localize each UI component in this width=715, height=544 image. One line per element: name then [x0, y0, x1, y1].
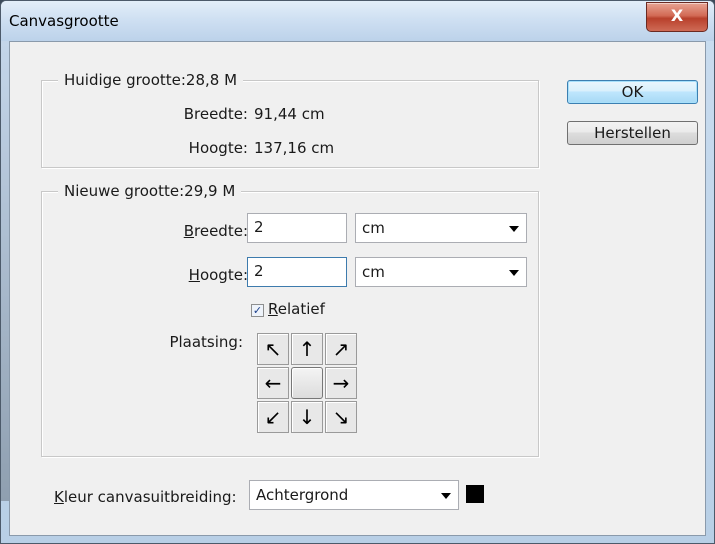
window-title: Canvasgrootte — [9, 12, 119, 30]
extension-color-value: Achtergrond — [256, 486, 349, 504]
anchor-bottom[interactable]: ↓ — [291, 401, 323, 433]
close-button[interactable]: X — [646, 2, 708, 32]
extension-color-swatch[interactable] — [466, 485, 484, 503]
chevron-down-icon — [441, 493, 451, 499]
new-height-unit-value: cm — [362, 263, 385, 281]
new-height-input[interactable]: 2 — [247, 257, 347, 287]
close-icon: X — [670, 6, 684, 25]
arrow-down-right-icon: ↘ — [332, 405, 350, 429]
new-height-unit-select[interactable]: cm — [355, 257, 527, 287]
window-frame-left — [1, 41, 9, 501]
current-width-label: Breedte: — [183, 105, 248, 123]
current-size-group: Huidige grootte:28,8 M Breedte: 91,44 cm… — [41, 71, 539, 168]
anchor-grid: ↖ ↑ ↗ ← → ↙ ↓ ↘ — [257, 333, 357, 433]
anchor-top-left[interactable]: ↖ — [257, 333, 289, 365]
current-height-value: 137,16 cm — [254, 139, 335, 157]
dialog-client-area: Huidige grootte:28,8 M Breedte: 91,44 cm… — [9, 41, 706, 536]
anchor-center[interactable] — [291, 367, 323, 399]
canvas-size-dialog: Canvasgrootte X Huidige grootte:28,8 M B… — [0, 0, 715, 544]
arrow-up-right-icon: ↗ — [332, 337, 350, 361]
placement-label: Plaatsing: — [169, 333, 243, 351]
reset-button-label: Herstellen — [594, 124, 671, 142]
extension-color-select[interactable]: Achtergrond — [249, 480, 459, 510]
anchor-left[interactable]: ← — [257, 367, 289, 399]
new-height-value: 2 — [254, 262, 264, 280]
anchor-top[interactable]: ↑ — [291, 333, 323, 365]
relative-label-text: elatief — [277, 300, 325, 318]
new-width-label-mnemonic: B — [183, 222, 195, 240]
new-size-legend: Nieuwe grootte:29,9 M — [58, 182, 242, 200]
arrow-down-icon: ↓ — [298, 405, 316, 429]
anchor-bottom-right[interactable]: ↘ — [325, 401, 357, 433]
arrow-right-icon: → — [332, 371, 350, 395]
title-bar[interactable]: Canvasgrootte X — [1, 1, 714, 41]
ok-button[interactable]: OK — [567, 80, 698, 104]
chevron-down-icon — [509, 270, 519, 276]
current-height-label: Hoogte: — [188, 139, 248, 157]
new-width-unit-select[interactable]: cm — [355, 213, 527, 243]
arrow-down-left-icon: ↙ — [264, 405, 282, 429]
new-height-label: Hoogte: — [189, 266, 248, 284]
extension-color-label-text: leur canvasuitbreiding: — [63, 488, 237, 506]
anchor-right[interactable]: → — [325, 367, 357, 399]
ok-button-label: OK — [621, 83, 644, 101]
new-width-unit-value: cm — [362, 219, 385, 237]
arrow-left-icon: ← — [264, 371, 282, 395]
extension-color-label-mnemonic: K — [54, 488, 64, 506]
new-width-input[interactable]: 2 — [247, 213, 347, 243]
extension-color-label: Kleur canvasuitbreiding: — [54, 488, 237, 506]
relative-checkbox[interactable]: ✓ — [251, 304, 264, 317]
chevron-down-icon — [509, 226, 519, 232]
new-height-label-mnemonic: H — [188, 266, 200, 284]
current-width-value: 91,44 cm — [254, 105, 325, 123]
current-size-legend: Huidige grootte:28,8 M — [58, 71, 244, 89]
new-size-group: Nieuwe grootte:29,9 M Breedte: 2 cm Hoog… — [41, 182, 539, 457]
new-width-label: Breedte: — [184, 222, 248, 240]
relative-label[interactable]: Relatief — [268, 300, 325, 318]
new-width-label-text: reedte: — [194, 222, 248, 240]
new-height-label-text: oogte: — [199, 266, 248, 284]
relative-label-mnemonic: R — [268, 300, 278, 318]
new-width-value: 2 — [254, 218, 264, 236]
anchor-top-right[interactable]: ↗ — [325, 333, 357, 365]
reset-button[interactable]: Herstellen — [567, 121, 698, 145]
arrow-up-left-icon: ↖ — [264, 337, 282, 361]
anchor-bottom-left[interactable]: ↙ — [257, 401, 289, 433]
arrow-up-icon: ↑ — [298, 337, 316, 361]
